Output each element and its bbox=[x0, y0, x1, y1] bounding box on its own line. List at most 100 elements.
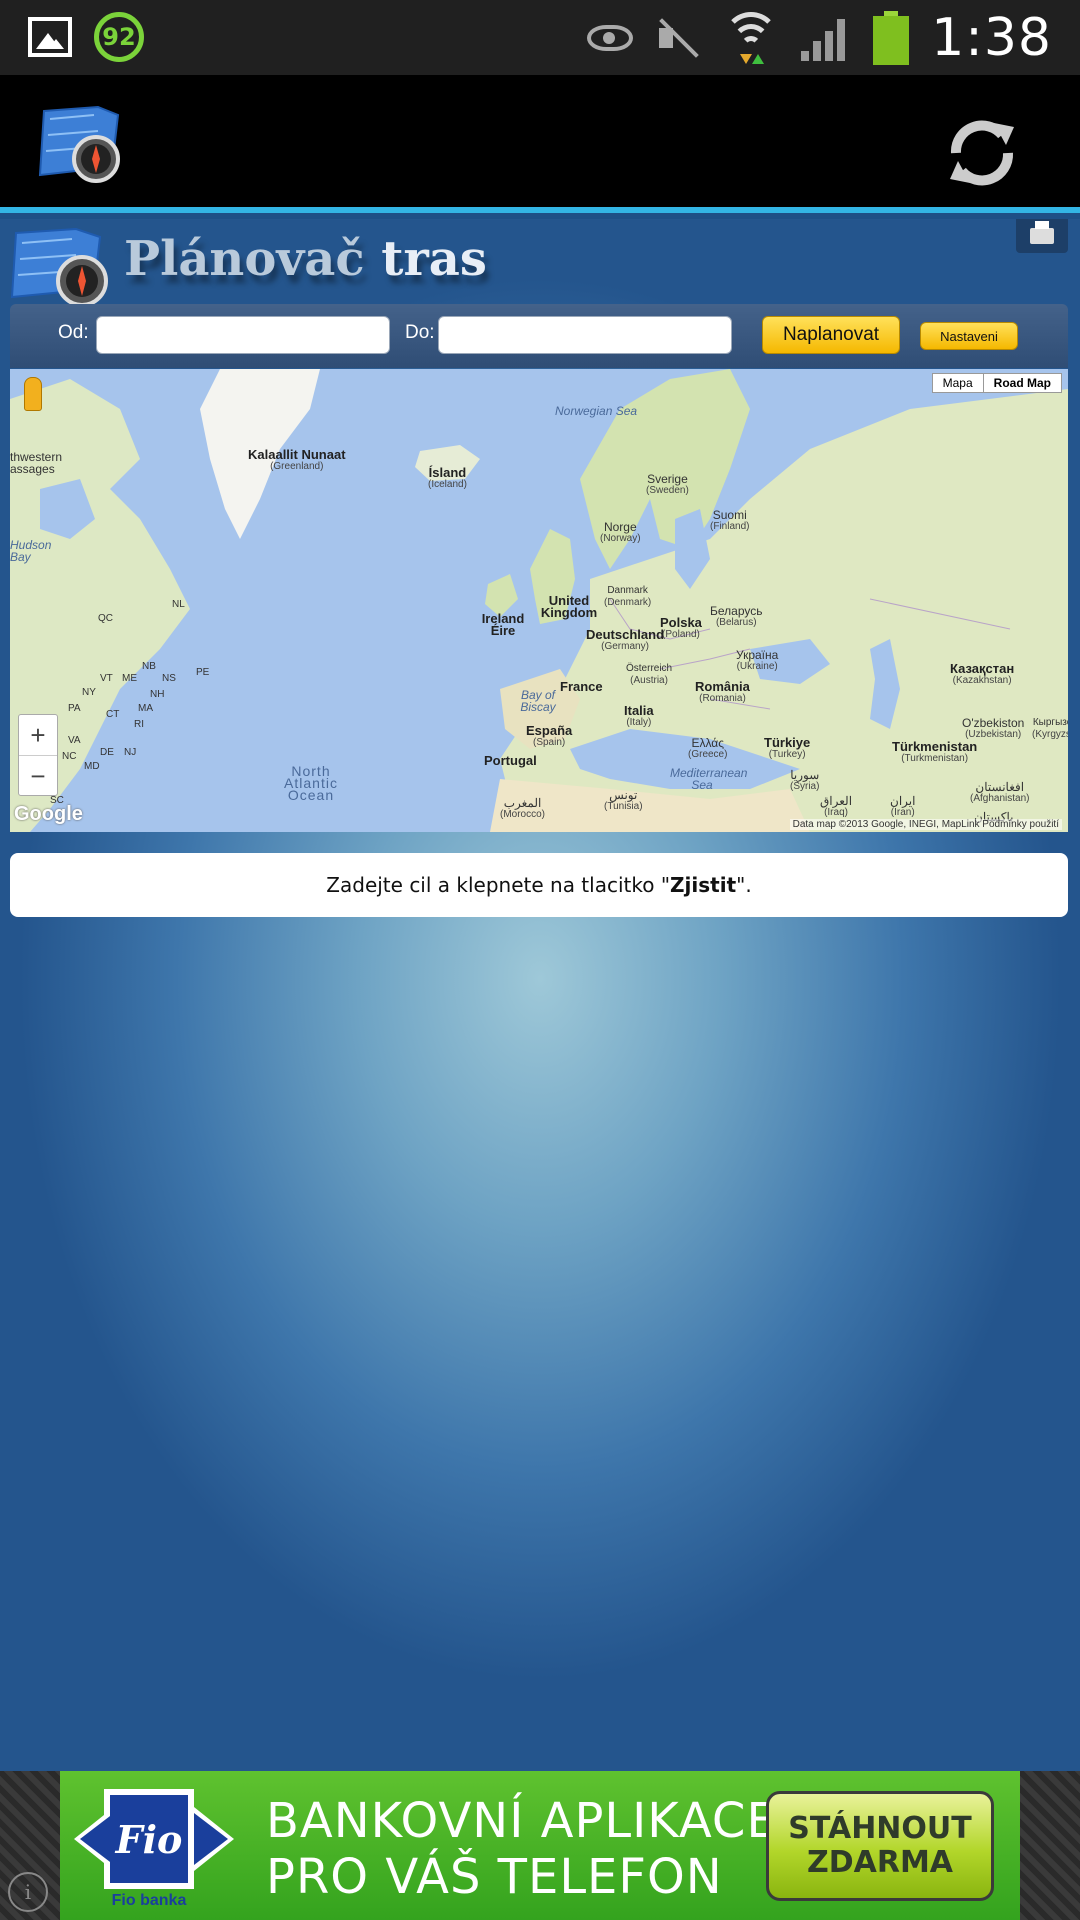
fio-logo-icon: Fio Fio banka bbox=[74, 1789, 234, 1909]
info-text-bold: Zjistit bbox=[670, 873, 737, 897]
map-label: Ελλάς (Greece) bbox=[688, 736, 728, 760]
map-label: PE bbox=[196, 667, 210, 678]
ad-info-icon[interactable]: i bbox=[8, 1872, 48, 1912]
info-message: Zadejte cil a klepnete na tlacitko " Zjis… bbox=[10, 853, 1068, 917]
page-content: Plánovač tras Od: Do: Naplanovat Nastave… bbox=[0, 219, 1080, 1771]
ad-cta-line1: STÁHNOUT bbox=[788, 1811, 972, 1846]
map-view[interactable]: Mapa Road Map Norwegian Sea Kalaallit Nu… bbox=[10, 369, 1068, 832]
map-type-road[interactable]: Road Map bbox=[982, 374, 1061, 392]
map-label: QC bbox=[98, 613, 113, 624]
wifi-icon bbox=[723, 12, 780, 64]
print-button[interactable] bbox=[1016, 219, 1068, 253]
action-bar bbox=[0, 75, 1080, 213]
from-input[interactable] bbox=[96, 316, 390, 354]
clock: 1:38 bbox=[931, 8, 1052, 68]
map-label: España (Spain) bbox=[526, 723, 573, 748]
page-title-part1: Plánovač bbox=[124, 231, 365, 287]
map-label: افغانستان (Afghanistan) bbox=[970, 780, 1030, 804]
map-label: سوريا (Syria) bbox=[790, 768, 820, 792]
ad-line1: BANKOVNÍ APLIKACE bbox=[266, 1793, 778, 1849]
action-bar-accent bbox=[0, 207, 1080, 213]
map-label: Bay of Biscay bbox=[520, 688, 556, 714]
map-label: Italia (Italy) bbox=[624, 703, 654, 728]
map-label: Україна (Ukraine) bbox=[736, 648, 779, 672]
eye-icon bbox=[587, 25, 634, 51]
map-label: ME bbox=[122, 673, 137, 684]
map-label: Ireland Éire bbox=[481, 611, 525, 638]
map-type-control[interactable]: Mapa Road Map bbox=[931, 373, 1062, 393]
map-label: Portugal bbox=[484, 753, 537, 768]
plan-button[interactable]: Naplanovat bbox=[762, 316, 900, 354]
map-label: NB bbox=[142, 661, 156, 672]
zoom-in-button[interactable]: + bbox=[19, 715, 57, 755]
status-bar: 92 1:38 bbox=[0, 0, 1080, 75]
zoom-control[interactable]: + − bbox=[18, 714, 58, 796]
map-label: Danmark (Denmark) bbox=[604, 585, 652, 608]
map-label: PA bbox=[68, 703, 81, 714]
map-label: Ísland (Iceland) bbox=[428, 465, 467, 490]
map-label: United Kingdom bbox=[540, 593, 598, 620]
map-label: Hudson Bay bbox=[10, 538, 52, 564]
map-label: România (Romania) bbox=[695, 679, 750, 704]
info-text-before: Zadejte cil a klepnete na tlacitko " bbox=[326, 873, 671, 897]
ad-content[interactable]: Fio Fio banka BANKOVNÍ APLIKACE PRO VÁŠ … bbox=[60, 1771, 1020, 1920]
map-label: Кыргызстан(Kyrgyzstan) bbox=[1032, 717, 1068, 740]
mute-icon bbox=[655, 18, 701, 58]
status-right: 1:38 bbox=[587, 8, 1052, 68]
map-label: Sverige (Sweden) bbox=[646, 472, 689, 496]
ad-pattern-right bbox=[1020, 1771, 1080, 1920]
map-label: NJ bbox=[124, 747, 137, 758]
map-label: MD bbox=[84, 761, 100, 772]
map-label: CT bbox=[106, 709, 120, 720]
svg-text:Fio: Fio bbox=[115, 1817, 183, 1862]
info-text-after: ". bbox=[736, 873, 752, 897]
status-left: 92 bbox=[28, 12, 144, 62]
map-label: Türkmenistan (Turkmenistan) bbox=[892, 739, 978, 764]
map-type-mapa[interactable]: Mapa bbox=[933, 374, 983, 392]
map-label: Беларусь (Belarus) bbox=[710, 604, 763, 628]
map-label: VA bbox=[68, 735, 81, 746]
map-label: Казақстан (Kazakhstan) bbox=[950, 661, 1015, 686]
map-label: المغرب (Morocco) bbox=[500, 796, 546, 820]
pegman-icon[interactable] bbox=[24, 377, 42, 411]
map-attribution[interactable]: Data map ©2013 Google, INEGI, MapLink Po… bbox=[789, 819, 1062, 830]
from-label: Od: bbox=[58, 322, 89, 343]
header-logo-icon bbox=[10, 227, 108, 307]
settings-button[interactable]: Nastaveni bbox=[920, 322, 1018, 350]
svg-text:Fio banka: Fio banka bbox=[112, 1892, 187, 1909]
map-label: Türkiye (Turkey) bbox=[764, 735, 811, 760]
ad-download-button[interactable]: STÁHNOUT ZDARMA bbox=[766, 1791, 994, 1901]
signal-icon bbox=[801, 15, 851, 61]
map-label: Mediterranean Sea bbox=[670, 766, 748, 792]
map-label: Kalaallit Nunaat (Greenland) bbox=[248, 447, 346, 472]
map-label: NY bbox=[82, 687, 96, 698]
gallery-icon bbox=[28, 17, 72, 57]
map-label: NH bbox=[150, 689, 165, 700]
route-form: Od: Do: Naplanovat Nastaveni bbox=[10, 304, 1068, 368]
refresh-icon[interactable] bbox=[940, 113, 1024, 193]
app-logo-icon[interactable] bbox=[38, 105, 134, 185]
map-label: O'zbekiston (Uzbekistan) bbox=[962, 716, 1025, 740]
map-label: Norge (Norway) bbox=[600, 520, 641, 544]
zoom-out-button[interactable]: − bbox=[19, 755, 57, 796]
map-label: France bbox=[560, 679, 603, 694]
battery-icon bbox=[873, 11, 910, 65]
map-label: North Atlantic Ocean bbox=[284, 763, 338, 803]
map-label: ایران (Iran) bbox=[890, 794, 916, 818]
map-label: العراق (Iraq) bbox=[820, 794, 853, 818]
ad-line2: PRO VÁŠ TELEFON bbox=[266, 1849, 723, 1905]
map-label: NS bbox=[162, 673, 176, 684]
map-label: RI bbox=[134, 719, 144, 730]
ad-headline: BANKOVNÍ APLIKACE PRO VÁŠ TELEFON bbox=[266, 1793, 778, 1905]
page-title: Plánovač tras bbox=[124, 231, 487, 287]
to-label: Do: bbox=[405, 322, 435, 343]
map-label: DE bbox=[100, 747, 114, 758]
ad-banner[interactable]: Fio Fio banka BANKOVNÍ APLIKACE PRO VÁŠ … bbox=[0, 1771, 1080, 1920]
map-label: thwestern assages bbox=[10, 450, 63, 476]
to-input[interactable] bbox=[438, 316, 732, 354]
map-label: Polska (Poland) bbox=[660, 615, 702, 640]
map-label: Österreich (Austria) bbox=[626, 663, 673, 686]
map-label: NC bbox=[62, 751, 77, 762]
google-logo: Google bbox=[14, 803, 83, 825]
map-label: Deutschland (Germany) bbox=[586, 627, 665, 652]
